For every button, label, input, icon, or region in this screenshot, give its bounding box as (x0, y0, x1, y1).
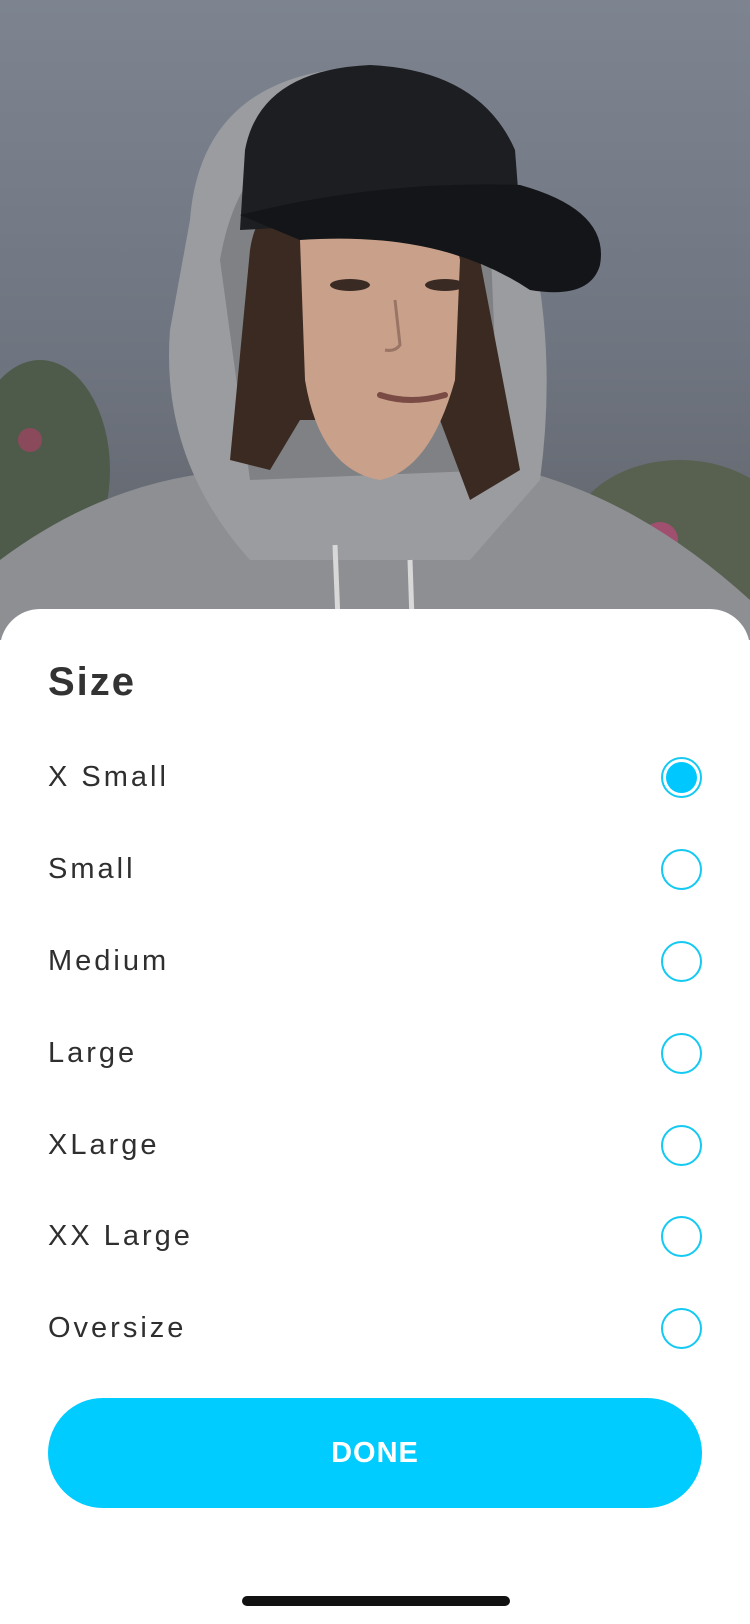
size-option-xx-large[interactable]: XX Large (48, 1201, 702, 1271)
size-option-label: Small (48, 852, 136, 885)
size-option-xlarge[interactable]: XLarge (48, 1110, 702, 1180)
size-option-label: XLarge (48, 1128, 160, 1161)
sheet-title: Size (48, 660, 137, 704)
size-option-medium[interactable]: Medium (48, 926, 702, 996)
radio-selected-icon[interactable] (661, 756, 702, 798)
size-option-small[interactable]: Small (48, 834, 702, 904)
radio-unselected-icon[interactable] (661, 1032, 702, 1074)
size-option-label: XX Large (48, 1219, 193, 1252)
size-option-label: X Small (48, 760, 169, 793)
radio-unselected-icon[interactable] (661, 848, 702, 890)
radio-dot-icon (666, 761, 697, 793)
size-option-label: Oversize (48, 1311, 187, 1344)
size-option-x-small[interactable]: X Small (48, 742, 702, 812)
size-option-large[interactable]: Large (48, 1018, 702, 1088)
product-photo (0, 0, 750, 640)
radio-unselected-icon[interactable] (661, 940, 702, 982)
done-button[interactable]: DONE (48, 1398, 702, 1508)
model-photo-illustration (0, 65, 750, 640)
radio-unselected-icon[interactable] (661, 1215, 702, 1257)
radio-unselected-icon[interactable] (661, 1124, 702, 1166)
size-option-label: Large (48, 1036, 138, 1069)
home-indicator[interactable] (242, 1596, 510, 1606)
size-option-oversize[interactable]: Oversize (48, 1293, 702, 1363)
size-option-label: Medium (48, 944, 170, 977)
radio-unselected-icon[interactable] (661, 1307, 702, 1349)
